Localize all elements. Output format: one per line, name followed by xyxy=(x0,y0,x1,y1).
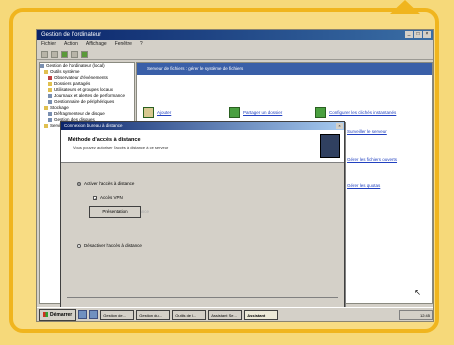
folder-icon xyxy=(48,94,52,98)
menubar: Fichier Action Affichage Fenêtre ? xyxy=(37,40,433,49)
quicklaunch-icon[interactable] xyxy=(78,310,88,319)
system-tray-clock: 12:45 xyxy=(399,309,433,320)
presentation-button[interactable]: Présentation xyxy=(89,206,141,218)
window-titlebar: Gestion de l'ordinateur _ □ × xyxy=(37,30,433,40)
taskbar-button[interactable]: Gestion du... xyxy=(136,309,171,320)
close-button[interactable]: × xyxy=(423,31,431,38)
corner-tab-decoration xyxy=(390,0,420,14)
dialog-title: Connexion bureau à distance xyxy=(64,123,123,128)
taskbar-button[interactable]: Assistant xyxy=(244,309,279,320)
help-icon[interactable] xyxy=(81,50,88,58)
dialog-heading: Méthode d'accès à distance xyxy=(68,137,141,143)
folder-icon xyxy=(48,76,52,80)
task-monitor[interactable]: Surveiller le serveur xyxy=(347,129,387,134)
allow-remote-option[interactable]: Activer l'accès à distance xyxy=(77,181,134,186)
disk-icon xyxy=(48,118,52,122)
maximize-button[interactable]: □ xyxy=(414,31,422,38)
taskbar-button[interactable]: Outils de l... xyxy=(172,309,207,320)
share-icon xyxy=(229,107,240,118)
dialog-body: Activer l'accès à distance ✓Accès VPN Ac… xyxy=(61,163,344,308)
forward-icon[interactable] xyxy=(51,50,58,58)
dialog-subheading: Vous pouvez autoriser l'accès à distance… xyxy=(73,145,169,150)
dialog-titlebar: Connexion bureau à distance × xyxy=(61,122,344,130)
device-icon xyxy=(48,100,52,104)
checkbox-icon: ✓ xyxy=(93,195,98,201)
menu-action[interactable]: Action xyxy=(64,40,78,49)
radio-icon xyxy=(77,243,81,248)
task-quotas[interactable]: Gérer les quotas xyxy=(347,183,380,188)
remote-access-dialog: Connexion bureau à distance × Méthode d'… xyxy=(60,121,345,319)
menu-help[interactable]: ? xyxy=(140,40,143,49)
folder-icon xyxy=(48,82,52,86)
computer-icon xyxy=(40,64,44,68)
copy-icon xyxy=(315,107,326,118)
folder-icon xyxy=(44,124,48,128)
task-share-folder[interactable]: Partager un dossier xyxy=(229,107,282,118)
up-icon[interactable] xyxy=(61,50,68,58)
pane-header: Serveur de fichiers : gérer le système d… xyxy=(137,63,432,75)
mouse-cursor-icon: ↖ xyxy=(414,288,421,297)
taskbar: Démarrer Gestion de... Gestion du... Out… xyxy=(37,307,433,321)
start-button[interactable]: Démarrer xyxy=(39,308,77,321)
vpn-access-checkbox[interactable]: ✓ Accès VPN xyxy=(93,195,123,200)
folder-icon xyxy=(44,70,48,74)
radio-icon xyxy=(77,181,81,186)
dialog-header: Méthode d'accès à distance Vous pouvez a… xyxy=(61,130,344,163)
window-title: Gestion de l'ordinateur xyxy=(41,32,102,38)
windows-flag-icon xyxy=(43,312,48,317)
wizard-logo-icon xyxy=(320,134,340,158)
add-icon xyxy=(143,107,154,118)
toolbar xyxy=(37,49,433,60)
dialog-close-button[interactable]: × xyxy=(336,123,343,129)
window-controls: _ □ × xyxy=(405,31,431,38)
dialog-separator xyxy=(67,297,338,298)
taskbar-button[interactable]: Assistant Se... xyxy=(208,309,243,320)
menu-view[interactable]: Affichage xyxy=(86,40,107,49)
back-icon[interactable] xyxy=(41,50,48,58)
disk-icon xyxy=(48,112,52,116)
task-shadow-copies[interactable]: Configurer les clichés instantanés xyxy=(315,107,396,118)
properties-icon[interactable] xyxy=(71,50,78,58)
deny-remote-option[interactable]: Désactiver l'accès à distance xyxy=(77,243,142,248)
folder-icon xyxy=(44,106,48,110)
folder-icon xyxy=(48,88,52,92)
menu-window[interactable]: Fenêtre xyxy=(115,40,132,49)
minimize-button[interactable]: _ xyxy=(405,31,413,38)
task-open-files[interactable]: Gérer les fichiers ouverts xyxy=(347,157,397,162)
taskbar-button[interactable]: Gestion de... xyxy=(100,309,135,320)
quicklaunch-icon[interactable] xyxy=(89,310,99,319)
screenshot-window: Gestion de l'ordinateur _ □ × Fichier Ac… xyxy=(36,29,434,322)
task-add[interactable]: Ajouter xyxy=(143,107,171,118)
menu-file[interactable]: Fichier xyxy=(41,40,56,49)
